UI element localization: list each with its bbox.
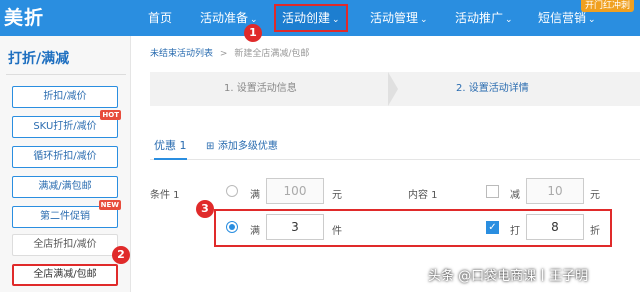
sidebar-title: 打折/满减 (8, 51, 70, 67)
row2-zhe-label: 折 (590, 226, 600, 237)
sidebar-item-store-full-reduce[interactable]: 全店满减/包邮 (12, 264, 118, 286)
row2-da-label: 打 (510, 226, 520, 237)
sidebar-item-sku-discount[interactable]: SKU打折/减价 HOT (12, 110, 121, 138)
nav-activity-prep-label: 活动准备 (200, 11, 249, 25)
nav-home[interactable]: 首页 (148, 0, 172, 36)
promo-badge[interactable]: 开门红冲刺 (580, 0, 634, 12)
annotation-badge-2: 2 (112, 246, 130, 264)
sidebar-item-label: SKU打折/减价 (33, 121, 97, 132)
new-tag: NEW (98, 200, 121, 210)
step-separator (388, 72, 398, 106)
nav-activity-promote-label: 活动推广 (455, 11, 504, 25)
breadcrumb-current: 新建全店满减/包邮 (234, 49, 310, 59)
chevron-down-icon: ⌄ (588, 15, 596, 25)
amount-input[interactable]: 100 (266, 178, 324, 204)
step-bar: 1. 设置活动信息 2. 设置活动详情 (150, 72, 640, 106)
sidebar-item-second-item[interactable]: 第二件促销 NEW (12, 200, 121, 228)
nav-activity-create[interactable]: 活动创建 ⌄ (274, 4, 348, 32)
add-tier-button[interactable]: ⊞ 添加多级优惠 (206, 136, 278, 160)
plus-box-icon: ⊞ (206, 141, 215, 152)
annotation-badge-1: 1 (244, 24, 262, 42)
nav-activity-manage[interactable]: 活动管理 ⌄ (370, 0, 428, 36)
nav-activity-promote[interactable]: 活动推广 ⌄ (455, 0, 513, 36)
nav-sms-label: 短信营销 (538, 11, 587, 25)
chevron-down-icon: ⌄ (505, 15, 513, 25)
tab-tier-1[interactable]: 优惠 1 (154, 136, 187, 160)
condition-label: 条件 1 (150, 190, 180, 201)
sidebar-item-cycle-discount[interactable]: 循环折扣/减价 (12, 146, 118, 168)
sidebar-item-discount[interactable]: 折扣/减价 (12, 86, 118, 108)
discount-rate-input[interactable]: 8 (526, 214, 584, 240)
hot-tag: HOT (100, 110, 121, 120)
checkbox-discount[interactable]: ✓ (486, 221, 499, 234)
row1-yuan-label: 元 (332, 190, 342, 201)
logo[interactable]: 美折 (4, 5, 48, 31)
sidebar-item-store-discount[interactable]: 全店折扣/减价 (12, 234, 118, 256)
sidebar-item-full-reduce[interactable]: 满减/满包邮 (12, 176, 118, 198)
add-tier-label: 添加多级优惠 (217, 141, 278, 152)
row1-yuan2-label: 元 (590, 190, 600, 201)
chevron-down-icon: ⌄ (420, 15, 428, 25)
nav-activity-create-label: 活动创建 (282, 11, 331, 25)
check-icon: ✓ (488, 222, 497, 233)
step-2: 2. 设置活动详情 (456, 83, 529, 94)
checkbox-reduce[interactable] (486, 185, 499, 198)
row2-unit-label: 件 (332, 226, 342, 237)
reduce-input[interactable]: 10 (526, 178, 584, 204)
watermark: 头条 @口袋电商课丨王子明 (428, 269, 589, 284)
count-input[interactable]: 3 (266, 214, 324, 240)
breadcrumb-sep: > (219, 49, 228, 59)
radio-count[interactable] (226, 221, 238, 233)
step-1: 1. 设置活动信息 (224, 83, 297, 94)
annotation-badge-3: 3 (196, 200, 214, 218)
row2-man-label: 满 (250, 226, 260, 237)
sidebar-item-label: 第二件促销 (40, 211, 90, 222)
row1-man-label: 满 (250, 190, 260, 201)
sidebar-divider (6, 74, 126, 75)
radio-amount[interactable] (226, 185, 238, 197)
top-nav: 美折 首页 活动准备 ⌄ 活动创建 ⌄ 活动管理 ⌄ 活动推广 ⌄ 短信营销 ⌄ 开门红冲… (0, 0, 640, 36)
row1-jian-label: 减 (510, 190, 520, 201)
content-label: 内容 1 (408, 190, 438, 201)
page: 美折 首页 活动准备 ⌄ 活动创建 ⌄ 活动管理 ⌄ 活动推广 ⌄ 短信营销 ⌄ 开门红冲… (0, 0, 640, 292)
chevron-down-icon: ⌄ (332, 15, 340, 25)
breadcrumb-link[interactable]: 未结束活动列表 (150, 49, 213, 59)
tier-tabs: 优惠 1 ⊞ 添加多级优惠 (150, 136, 640, 160)
breadcrumb: 未结束活动列表 > 新建全店满减/包邮 (150, 46, 309, 59)
nav-activity-manage-label: 活动管理 (370, 11, 419, 25)
